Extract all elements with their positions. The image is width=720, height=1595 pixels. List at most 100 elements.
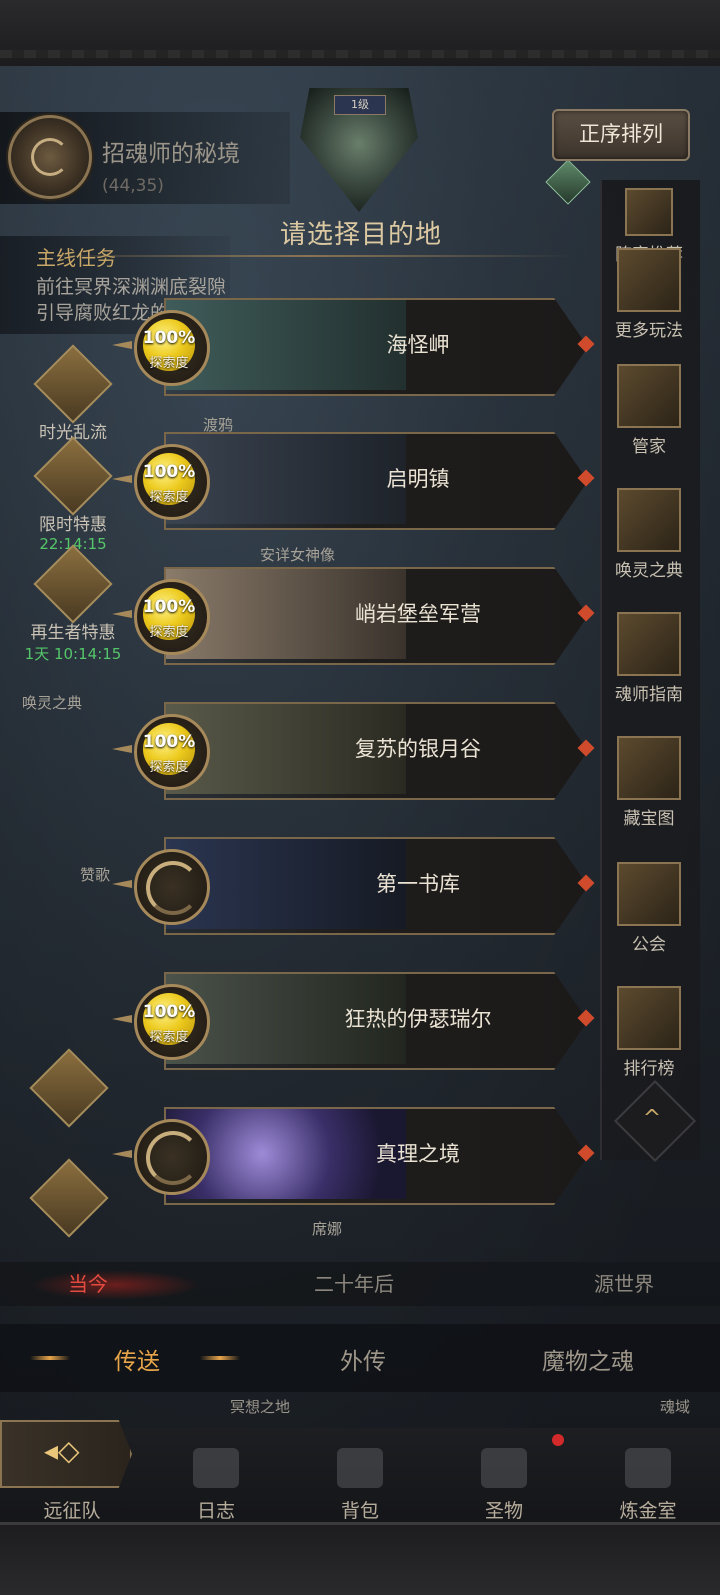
destination-name: 复苏的银月谷 [355,737,481,761]
era-tab-source-world[interactable]: 源世界 [594,1268,654,1297]
nav-label: 远征队 [43,1500,101,1522]
destination-card[interactable]: 启明镇 100% 探索度 [110,428,596,530]
tab-ornament-left [30,1356,70,1360]
journal-icon [193,1448,239,1488]
menu-label: 藏宝图 [623,809,675,829]
destination-card[interactable]: 复苏的银月谷 100% 探索度 [110,698,596,800]
summon-codex-button[interactable]: 唤灵之典 [600,488,698,581]
menu-label: 更多玩法 [615,321,683,341]
tab-teleport[interactable]: 传送 [114,1342,160,1376]
nav-backpack[interactable]: 背包 [310,1448,410,1523]
destination-name: 海怪岬 [386,333,450,357]
map-label: 唤灵之典 [22,694,83,712]
relic-icon [481,1448,527,1488]
swirl-icon [146,861,200,915]
exploration-percent: 100% [142,597,196,617]
time-rift-icon [33,344,113,424]
card-spike [112,745,132,753]
map-label: 赞歌 [80,866,111,884]
destination-name: 峭岩堡垒军营 [355,602,481,626]
exploration-label: 探索度 [149,1030,189,1045]
treasure-map-button[interactable]: 藏宝图 [600,736,698,829]
card-spike [112,341,132,349]
compass-icon [617,612,681,676]
map-label: 席娜 [312,1220,343,1238]
backpack-icon [337,1448,383,1488]
quill-icon [617,364,681,428]
card-spike [112,1150,132,1158]
destination-name: 启明镇 [386,467,450,491]
exploration-percent: 100% [142,462,196,482]
location-emblem-icon [8,115,92,199]
nav-journal[interactable]: 日志 [166,1448,266,1523]
destination-card[interactable]: 峭岩堡垒军营 100% 探索度 [110,563,596,665]
exploration-medal: 100% 探索度 [124,974,214,1064]
location-name: 招魂师的秘境 [102,141,240,167]
nav-relic[interactable]: 圣物 [454,1448,554,1523]
exploration-percent: 100% [142,328,196,348]
guild-crest-icon [617,862,681,926]
destination-card[interactable]: 第一书库 [110,833,596,935]
era-tab-present[interactable]: 当今 [68,1268,108,1297]
notification-dot [552,1434,564,1446]
exploration-percent: 100% [142,1002,196,1022]
tab-monster-soul[interactable]: 魔物之魂 [542,1342,634,1376]
gift-box-icon [33,544,113,624]
exploration-label: 探索度 [149,760,189,775]
boss-level-tag: 1级 [334,95,386,115]
feature-icon [29,1158,109,1238]
card-spike [112,880,132,888]
feature-button-1[interactable] [14,1048,124,1128]
card-spike [112,610,132,618]
bottom-frame [0,1522,720,1595]
title-divider [40,255,570,257]
swirl-icon [146,1131,200,1185]
location-coords: (44,35) [102,176,164,196]
butler-button[interactable]: 管家 [600,364,698,457]
chevron-up-icon: ^ [642,1106,662,1132]
tab-side-story[interactable]: 外传 [340,1342,386,1376]
destination-title: 请选择目的地 [280,220,443,250]
exploration-medal: 100% 探索度 [124,704,214,794]
card-spike [112,475,132,483]
more-play-button[interactable]: 更多玩法 [600,248,698,341]
guild-button[interactable]: 公会 [600,862,698,955]
book-icon [617,488,681,552]
exploration-percent: 100% [142,732,196,752]
destination-name: 第一书库 [376,872,460,896]
era-tab-twenty-years[interactable]: 二十年后 [314,1268,394,1297]
gift-box-icon [33,436,113,516]
map-scroll-icon [617,736,681,800]
ranking-button[interactable]: 排行榜 [600,986,698,1079]
feature-button-2[interactable] [14,1158,124,1238]
trophy-icon [617,986,681,1050]
exploration-medal: 100% 探索度 [124,300,214,390]
card-spike [112,1015,132,1023]
locked-medal [124,839,214,929]
nav-label: 日志 [196,1500,235,1522]
menu-label: 唤灵之典 [615,561,683,581]
destination-card[interactable]: 海怪岬 100% 探索度 [110,294,596,396]
nav-label: 圣物 [484,1500,523,1522]
nav-alchemy[interactable]: 炼金室 [598,1448,698,1523]
thumbs-up-icon [625,188,673,236]
exploration-label: 探索度 [149,356,189,371]
sort-order-button[interactable]: 正序排列 [552,109,690,161]
exploration-medal: 100% 探索度 [124,434,214,524]
destination-card[interactable]: 真理之境 [110,1103,596,1205]
locked-medal [124,1109,214,1199]
menu-label: 公会 [632,935,666,955]
top-frame [0,0,720,69]
destination-name: 真理之境 [376,1142,460,1166]
menu-label: 管家 [632,437,666,457]
exploration-label: 探索度 [149,490,189,505]
guide-button[interactable]: 魂师指南 [600,612,698,705]
nav-label: 炼金室 [619,1500,677,1522]
nav-expedition[interactable]: 远征队 [22,1448,122,1523]
map-label: 魂域 [660,1398,691,1416]
era-active-glow [30,1270,200,1300]
destination-card[interactable]: 狂热的伊瑟瑞尔 100% 探索度 [110,968,596,1070]
menu-label: 排行榜 [623,1059,675,1079]
exploration-medal: 100% 探索度 [124,569,214,659]
alchemy-icon [625,1448,671,1488]
